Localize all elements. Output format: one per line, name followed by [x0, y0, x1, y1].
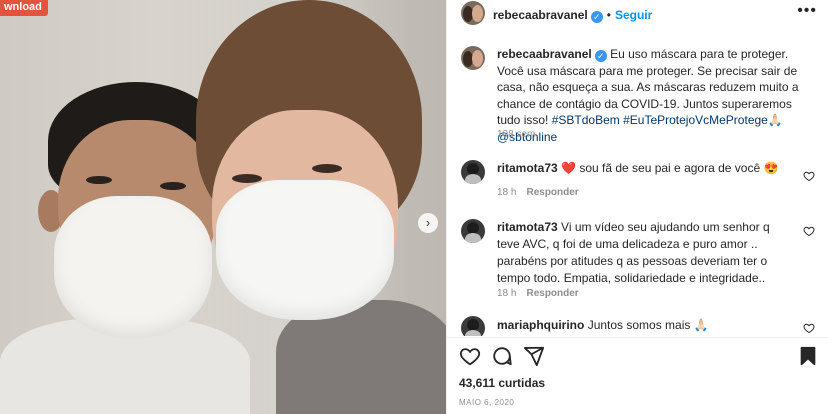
caption-username[interactable]: rebecaabravanel: [497, 47, 592, 61]
heart-icon[interactable]: [459, 345, 481, 367]
post-date: MAIO 6, 2020: [459, 398, 515, 407]
photo-man-mask: [54, 196, 212, 338]
photo-woman-mask: [216, 180, 394, 320]
comment-username[interactable]: ritamota73: [497, 161, 558, 175]
likes-count[interactable]: 43,611 curtidas: [459, 376, 545, 390]
commenter-avatar[interactable]: [461, 219, 485, 243]
comment-time[interactable]: 18 h: [497, 288, 516, 299]
comment-like-icon[interactable]: [803, 225, 815, 237]
chevron-right-icon[interactable]: ›: [418, 213, 438, 233]
bookmark-icon[interactable]: [797, 345, 819, 367]
comment-text: ritamota73 Vi um vídeo seu ajudando um s…: [497, 219, 791, 287]
caption-timestamp[interactable]: 108 sem: [497, 129, 535, 140]
comment-meta: 18 h Responder: [497, 187, 579, 198]
comment-like-icon[interactable]: [803, 322, 815, 334]
comment-item: mariaphquirino Juntos somos mais 🙏🏻: [461, 316, 815, 336]
commenter-avatar[interactable]: [461, 316, 485, 336]
comment-username[interactable]: mariaphquirino: [497, 318, 584, 332]
comment-icon[interactable]: [491, 345, 513, 367]
author-avatar[interactable]: [461, 1, 485, 25]
caption-text: rebecaabravanel ✓ Eu uso máscara para te …: [497, 46, 813, 145]
post-sidebar: rebecaabravanel ✓ • Seguir ••• rebecaabrava…: [446, 0, 828, 414]
more-horizontal-icon[interactable]: •••: [797, 2, 817, 20]
header-line: rebecaabravanel ✓ • Seguir: [493, 6, 652, 24]
reply-button[interactable]: Responder: [526, 288, 578, 299]
reply-button[interactable]: Responder: [526, 187, 578, 198]
verified-badge-icon: ✓: [594, 50, 607, 62]
instagram-post-window: wnload › rebecaabravanel ✓ • Seguir ••• reb…: [0, 0, 828, 414]
photo-woman-eye: [232, 174, 262, 183]
post-actions-bar: [459, 345, 819, 369]
comment-text: ritamota73 ❤️ sou fã de seu pai e agora …: [497, 160, 791, 177]
post-photo[interactable]: wnload ›: [0, 0, 446, 414]
comment-time[interactable]: 18 h: [497, 187, 516, 198]
actions-divider: [447, 337, 828, 338]
photo-man-eye: [160, 182, 186, 190]
header-separator: •: [606, 8, 611, 22]
verified-badge-icon: ✓: [590, 11, 603, 23]
comment-meta: 18 h Responder: [497, 288, 579, 299]
caption-avatar[interactable]: [461, 46, 485, 70]
commenter-avatar[interactable]: [461, 160, 485, 184]
comment-like-icon[interactable]: [803, 170, 815, 182]
comment-body: Juntos somos mais 🙏🏻: [587, 318, 709, 332]
follow-button[interactable]: Seguir: [615, 8, 652, 22]
comment-text: mariaphquirino Juntos somos mais 🙏🏻: [497, 317, 791, 334]
comment-body: ❤️ sou fã de seu pai e agora de você 😍: [561, 161, 779, 175]
photo-man-eye: [86, 176, 112, 184]
download-badge[interactable]: wnload: [0, 0, 48, 16]
photo-woman-eye: [312, 164, 342, 173]
author-username[interactable]: rebecaabravanel: [493, 8, 588, 22]
comment-username[interactable]: ritamota73: [497, 220, 558, 234]
post-header: rebecaabravanel ✓ • Seguir •••: [447, 0, 828, 26]
share-icon[interactable]: [523, 345, 545, 367]
